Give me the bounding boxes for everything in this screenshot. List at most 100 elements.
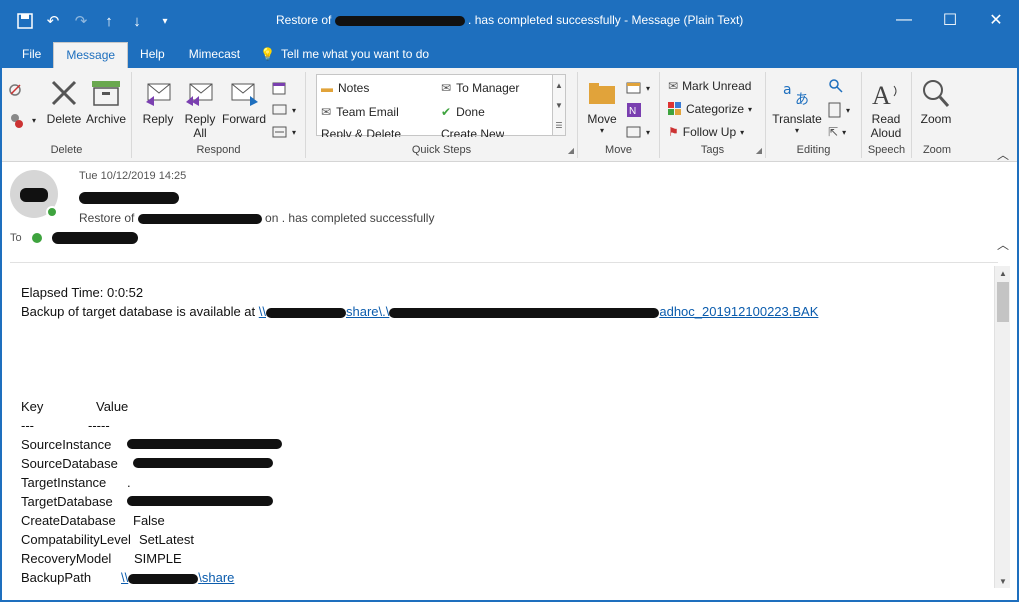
reply-icon — [134, 76, 182, 110]
received-date: Tue 10/12/2019 14:25 — [79, 170, 187, 182]
envelope-icon: ✉ — [668, 79, 679, 93]
window-controls: — ☐ ✕ — [881, 0, 1019, 40]
message-body: Elapsed Time: 0:0:52 Backup of target da… — [10, 262, 998, 592]
quick-steps-scroll[interactable]: ▲ ▼ ☰ — [552, 74, 566, 136]
restore-icon[interactable]: ☐ — [927, 0, 973, 40]
expand-gallery-icon[interactable]: ☰ — [555, 121, 562, 130]
collapse-header-icon[interactable]: ︿ — [997, 236, 1009, 253]
categorize-icon — [668, 102, 681, 115]
translate-button[interactable]: aあ Translate ▾ — [770, 76, 824, 135]
tab-mimecast[interactable]: Mimecast — [177, 42, 252, 68]
zoom-button[interactable]: Zoom — [912, 76, 960, 126]
svg-text:a: a — [783, 82, 792, 98]
undo-icon[interactable]: ↶ — [42, 10, 64, 32]
junk-icon[interactable]: ▾ — [8, 110, 36, 130]
im-icon[interactable]: ▾ — [272, 100, 296, 120]
collapse-ribbon-icon[interactable]: ︿ — [997, 146, 1009, 163]
quick-access-toolbar: ↶ ↷ ↑ ↓ ▾ — [14, 10, 176, 32]
move-button[interactable]: Move ▾ — [578, 76, 626, 135]
reply-button[interactable]: Reply — [134, 76, 182, 126]
translate-icon: aあ — [770, 76, 824, 110]
select-icon[interactable]: ⇱ ▾ — [828, 122, 846, 142]
table-row: TargetDatabase — [21, 492, 818, 511]
tab-file[interactable]: File — [10, 42, 53, 68]
delete-icon — [40, 76, 88, 110]
speech-group: A Read Aloud Speech — [862, 72, 912, 158]
ribbon-tabs: File Message Help Mimecast 💡 Tell me wha… — [0, 42, 1019, 68]
quick-step-reply-delete[interactable]: Reply & Delete — [321, 127, 401, 137]
close-icon[interactable]: ✕ — [973, 0, 1019, 40]
table-row: CompatabilityLevel SetLatest — [21, 532, 194, 547]
window-title: Restore of . has completed successfully … — [276, 13, 744, 27]
read-aloud-button[interactable]: A Read Aloud — [862, 76, 910, 140]
svg-text:A: A — [872, 81, 891, 108]
elapsed-time: Elapsed Time: 0:0:52 — [21, 285, 144, 300]
save-icon[interactable] — [14, 10, 36, 32]
up-arrow-icon[interactable]: ↑ — [98, 10, 120, 32]
mail-icon: ✉ — [321, 105, 332, 119]
quick-step-notes[interactable]: ▬ Notes — [321, 81, 369, 95]
to-row: To — [10, 232, 138, 244]
backup-link[interactable]: \\ share\.\ adhoc_201912100223.BAK — [259, 304, 819, 319]
scroll-up-icon[interactable]: ▲ — [995, 266, 1011, 280]
table-header: Key Value — [21, 399, 129, 414]
scroll-thumb[interactable] — [997, 282, 1009, 322]
title-bar: ↶ ↷ ↑ ↓ ▾ Restore of . has completed suc… — [0, 0, 1019, 42]
svg-text:N: N — [629, 106, 636, 117]
related-icon[interactable]: ▾ — [828, 100, 850, 120]
tell-me-search[interactable]: 💡 Tell me what you want to do — [260, 42, 429, 68]
message-subject: Restore of on . has completed successful… — [79, 211, 435, 225]
scroll-down-icon[interactable]: ▼ — [995, 574, 1011, 588]
table-row: SourceDatabase — [21, 454, 818, 473]
reply-all-icon — [176, 76, 224, 110]
read-aloud-icon: A — [862, 76, 910, 110]
mark-unread-button[interactable]: ✉ Mark Unread — [668, 76, 751, 96]
redo-icon[interactable]: ↷ — [70, 10, 92, 32]
quick-steps-group: ▬ Notes ✉ To Manager ✉ Team Email ✔ Done Rep… — [306, 72, 578, 158]
folder-icon: ▬ — [321, 81, 333, 95]
minimize-icon[interactable]: — — [881, 0, 927, 40]
chevron-down-icon: ▾ — [599, 126, 604, 135]
down-arrow-icon[interactable]: ↓ — [126, 10, 148, 32]
reply-all-button[interactable]: Reply All — [176, 76, 224, 140]
table-row: RecoveryModel SIMPLE — [21, 551, 182, 566]
quick-step-create-new[interactable]: Create New — [441, 127, 504, 137]
respond-group: Reply Reply All Forward ▾ ▾ Respond — [132, 72, 306, 158]
onenote-icon[interactable]: N — [626, 100, 642, 120]
quick-step-team-email[interactable]: ✉ Team Email — [321, 105, 399, 119]
rules-icon[interactable]: ▾ — [626, 78, 650, 98]
customize-qat-icon[interactable]: ▾ — [154, 10, 176, 32]
table-row: CreateDatabase False — [21, 513, 165, 528]
lightbulb-icon: 💡 — [260, 47, 276, 61]
check-icon: ✔ — [441, 105, 452, 119]
recipient[interactable] — [51, 232, 138, 244]
delete-button[interactable]: Delete — [40, 76, 88, 126]
backup-path-link[interactable]: \\ \share — [121, 568, 234, 587]
categorize-button[interactable]: Categorize ▾ — [668, 99, 752, 119]
backup-location: Backup of target database is available a… — [21, 304, 819, 319]
archive-button[interactable]: Archive — [82, 76, 130, 126]
table-row: TargetInstance . — [21, 475, 131, 490]
meeting-icon[interactable] — [272, 78, 288, 98]
scroll-down-icon[interactable]: ▼ — [555, 101, 563, 110]
quick-step-done[interactable]: ✔ Done — [441, 105, 485, 119]
tab-help[interactable]: Help — [128, 42, 177, 68]
quick-step-to-manager[interactable]: ✉ To Manager — [441, 81, 519, 95]
svg-text:あ: あ — [795, 92, 809, 108]
table-dashes: --- ----- — [21, 418, 110, 433]
window-border — [0, 68, 2, 602]
follow-up-button[interactable]: ⚑ Follow Up ▾ — [668, 122, 744, 142]
move-group: Move ▾ ▾ N ▾ Move — [578, 72, 660, 158]
vertical-scrollbar[interactable]: ▲ ▼ — [994, 266, 1010, 588]
tab-message[interactable]: Message — [53, 42, 129, 68]
actions-icon[interactable]: ▾ — [626, 122, 650, 142]
find-icon[interactable] — [828, 76, 844, 96]
scroll-up-icon[interactable]: ▲ — [555, 81, 563, 90]
forward-button[interactable]: Forward — [220, 76, 268, 126]
forward-icon — [220, 76, 268, 110]
presence-icon — [46, 206, 58, 218]
more-respond-icon[interactable]: ▾ — [272, 122, 296, 142]
sender-name[interactable] — [79, 190, 179, 204]
magnifier-icon — [912, 76, 960, 110]
ignore-icon[interactable] — [8, 80, 24, 100]
